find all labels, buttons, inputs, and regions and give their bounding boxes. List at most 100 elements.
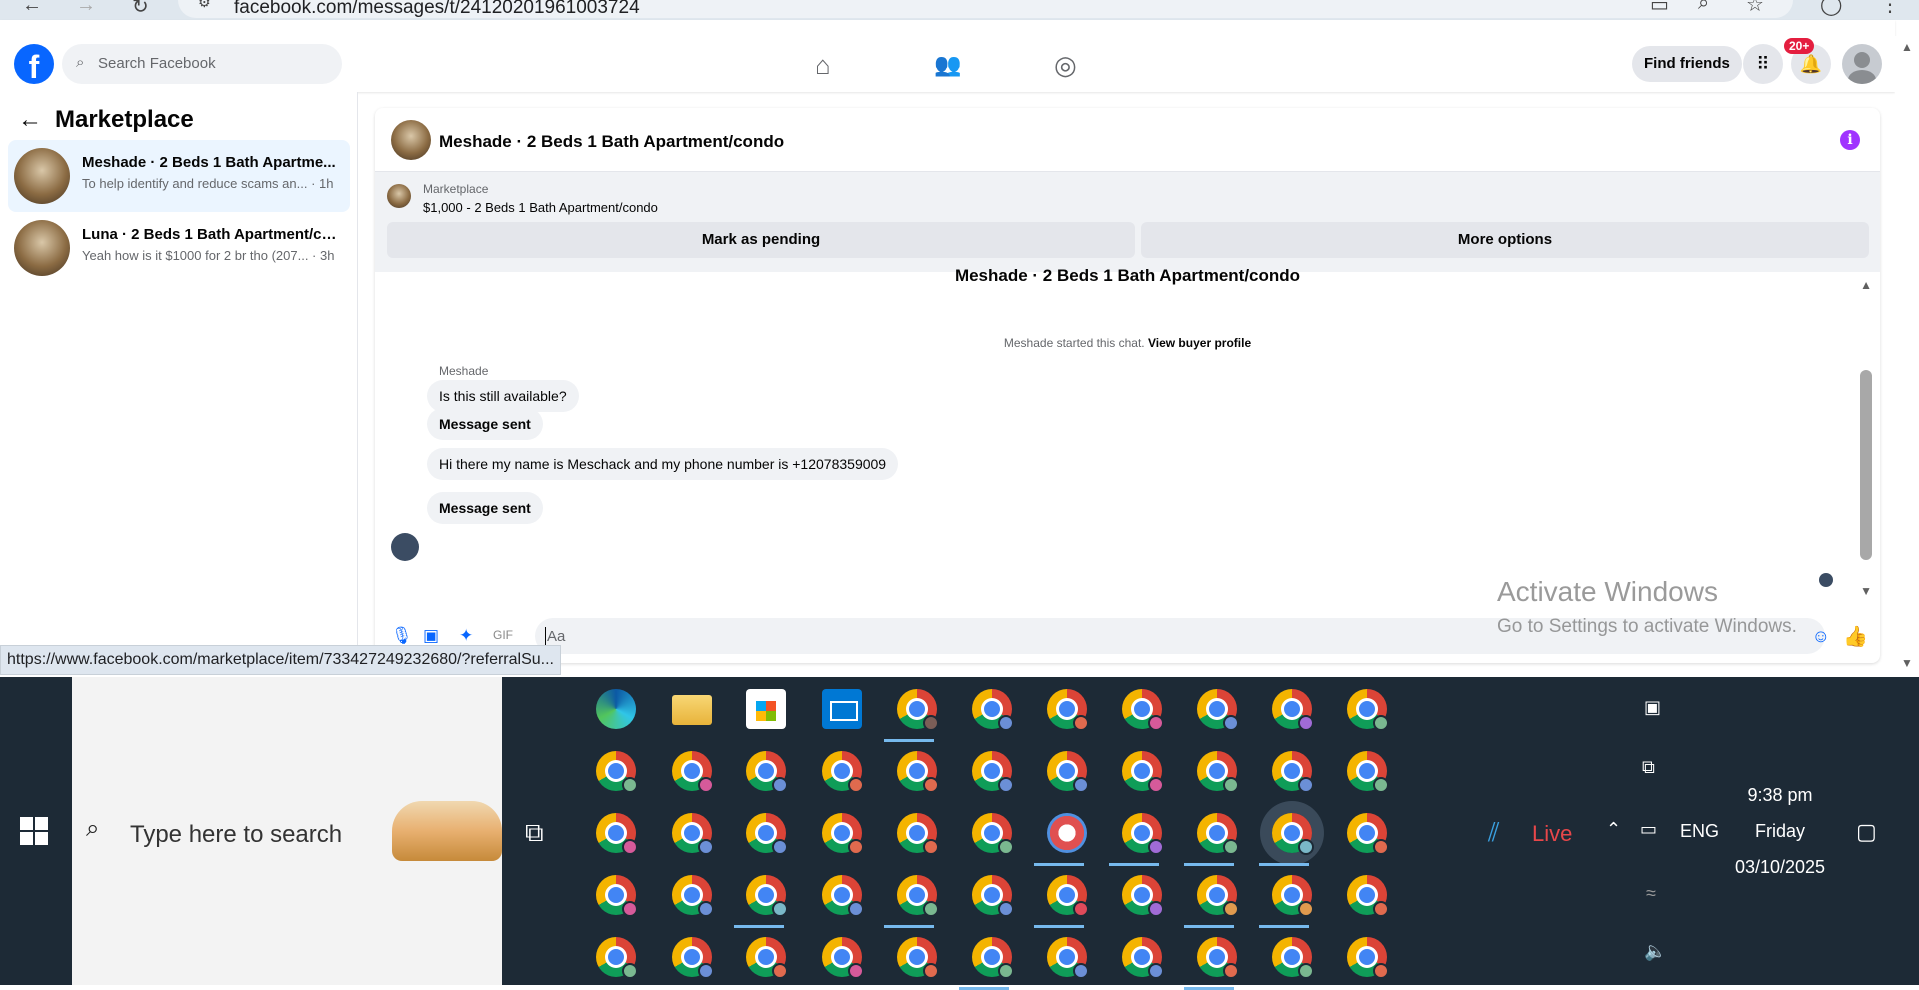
chrome-icon[interactable] [1272, 751, 1314, 793]
find-friends-button[interactable]: Find friends [1632, 46, 1742, 82]
chrome-icon[interactable] [1047, 875, 1089, 917]
chrome-icon[interactable] [1197, 751, 1239, 793]
chrome-icon[interactable] [897, 813, 939, 855]
sticker-icon[interactable]: ✦ [459, 626, 473, 646]
page-scrollbar[interactable]: ▲ ▼ [1895, 36, 1919, 676]
home-icon[interactable]: ⌂ [815, 50, 831, 81]
microphone-icon[interactable]: 🎙 [391, 626, 413, 646]
chrome-icon[interactable] [672, 875, 714, 917]
emoji-icon[interactable]: ☺ [1812, 626, 1830, 647]
chrome-icon[interactable] [1347, 751, 1389, 793]
chrome-icon-active[interactable] [1272, 813, 1314, 855]
chrome-icon[interactable] [972, 751, 1014, 793]
listing-thumbnail[interactable] [391, 120, 431, 160]
chrome-icon[interactable] [972, 937, 1014, 979]
chrome-icon[interactable] [672, 813, 714, 855]
chrome-icon[interactable] [822, 937, 864, 979]
mark-as-pending-button[interactable]: Mark as pending [387, 222, 1135, 258]
language-indicator[interactable]: ENG [1680, 821, 1719, 842]
sender-avatar[interactable] [391, 533, 419, 561]
search-input[interactable]: ⌕ Search Facebook [62, 44, 342, 84]
chrome-icon[interactable] [1047, 751, 1089, 793]
volume-icon[interactable]: 🔈 [1644, 941, 1666, 962]
taskbar-search-box[interactable]: ⌕ Type here to search [72, 677, 502, 985]
chrome-icon[interactable] [822, 813, 864, 855]
clock-date[interactable]: 03/10/2025 [1720, 857, 1840, 878]
chrome-icon[interactable] [897, 875, 939, 917]
chrome-icon[interactable] [1197, 689, 1239, 731]
chrome-icon[interactable] [897, 751, 939, 793]
chrome-icon[interactable] [1122, 937, 1164, 979]
chrome-icon[interactable] [822, 875, 864, 917]
groups-icon[interactable]: ◎ [1054, 50, 1077, 81]
chrome-icon[interactable] [596, 875, 638, 917]
facebook-logo[interactable]: f [14, 44, 54, 85]
scroll-up-arrow[interactable]: ▲ [1901, 40, 1913, 54]
chrome-icon[interactable] [1197, 875, 1239, 917]
zoom-icon[interactable]: ⌕ [1698, 0, 1709, 15]
scroll-down-arrow[interactable]: ▼ [1901, 656, 1913, 670]
chrome-icon[interactable] [1122, 813, 1164, 855]
chrome-icon[interactable] [1347, 813, 1389, 855]
view-buyer-profile-link[interactable]: View buyer profile [1148, 336, 1251, 350]
chrome-icon[interactable] [596, 751, 638, 793]
chrome-icon[interactable] [1047, 937, 1089, 979]
site-info-icon[interactable]: ⚙ [198, 0, 211, 11]
conversation-item[interactable]: Luna · 2 Beds 1 Bath Apartment/co... Yea… [8, 212, 350, 284]
bookmark-star-icon[interactable]: ☆ [1746, 0, 1764, 17]
gif-icon[interactable]: GIF [493, 628, 513, 642]
account-avatar[interactable] [1842, 44, 1882, 84]
address-bar[interactable]: ⚙ facebook.com/messages/t/24120201961003… [178, 0, 1793, 18]
chrome-icon[interactable] [1272, 689, 1314, 731]
kebab-menu-icon[interactable]: ⋮ [1880, 0, 1900, 17]
camera-icon[interactable]: ▣ [1644, 697, 1661, 718]
menu-grid-icon[interactable]: ⠿ [1743, 44, 1783, 84]
live-app-icon[interactable]: ⫽ [1488, 817, 1528, 847]
chrome-icon[interactable] [596, 937, 638, 979]
live-label[interactable]: Live [1532, 821, 1572, 847]
chrome-icon[interactable] [746, 937, 788, 979]
photo-icon[interactable]: ▣ [423, 626, 439, 646]
chat-title[interactable]: Meshade · 2 Beds 1 Bath Apartment/condo [439, 132, 784, 152]
snipping-tool-icon[interactable] [1047, 813, 1087, 853]
cast-icon[interactable]: ▭ [1650, 0, 1669, 17]
scroll-up-arrow[interactable]: ▲ [1860, 278, 1872, 292]
scrollbar-thumb[interactable] [1860, 370, 1872, 560]
notification-center-icon[interactable]: ▢ [1856, 819, 1877, 845]
chrome-icon[interactable] [1122, 875, 1164, 917]
listing-thumbnail[interactable] [387, 184, 411, 208]
address-url[interactable]: facebook.com/messages/t/2412020196100372… [234, 0, 640, 19]
clock-day[interactable]: Friday [1720, 821, 1840, 842]
chrome-icon[interactable] [972, 875, 1014, 917]
chrome-icon[interactable] [1347, 689, 1389, 731]
chrome-icon[interactable] [897, 937, 939, 979]
chrome-icon[interactable] [1272, 875, 1314, 917]
chrome-icon[interactable] [897, 689, 939, 731]
chrome-icon[interactable] [972, 689, 1014, 731]
microsoft-store-icon[interactable] [746, 689, 786, 729]
clock-time[interactable]: 9:38 pm [1720, 785, 1840, 806]
battery-icon[interactable]: ▭ [1640, 819, 1657, 840]
listing-title[interactable]: $1,000 - 2 Beds 1 Bath Apartment/condo [423, 200, 658, 215]
wifi-icon[interactable]: ≈ [1646, 883, 1656, 904]
chrome-icon[interactable] [1272, 937, 1314, 979]
screen-record-icon[interactable]: ⧉ [1642, 757, 1655, 778]
windows-start-icon[interactable] [20, 817, 50, 847]
friends-icon[interactable]: 👥 [934, 52, 961, 78]
chrome-icon[interactable] [1047, 689, 1089, 731]
conversation-item[interactable]: Meshade · 2 Beds 1 Bath Apartme... To he… [8, 140, 350, 212]
chrome-icon[interactable] [746, 813, 788, 855]
back-arrow-icon[interactable]: ← [22, 0, 42, 17]
chrome-icon[interactable] [672, 751, 714, 793]
reload-icon[interactable]: ↻ [132, 0, 149, 19]
chrome-icon[interactable] [1122, 689, 1164, 731]
profile-icon[interactable]: ◯ [1820, 0, 1842, 17]
chrome-icon[interactable] [746, 751, 788, 793]
chrome-icon[interactable] [1197, 813, 1239, 855]
back-arrow-icon[interactable]: ← [18, 106, 42, 134]
chrome-icon[interactable] [672, 937, 714, 979]
scroll-down-arrow[interactable]: ▼ [1860, 584, 1872, 598]
chrome-icon[interactable] [596, 813, 638, 855]
chrome-icon[interactable] [1347, 875, 1389, 917]
more-options-button[interactable]: More options [1141, 222, 1869, 258]
